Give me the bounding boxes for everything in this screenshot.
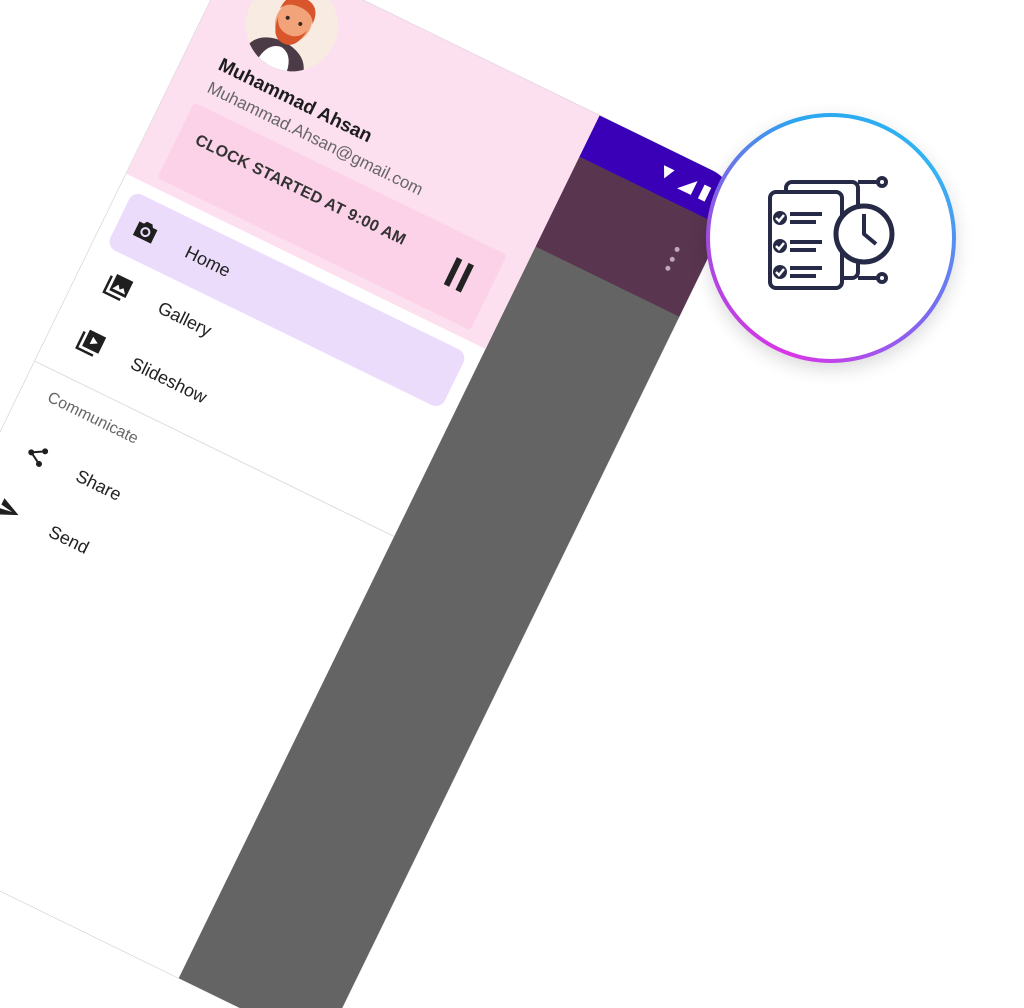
logo-inner	[710, 117, 952, 359]
slideshow-icon	[71, 323, 111, 363]
menu-item-label: Gallery	[154, 297, 215, 341]
clock-status-text: CLOCK STARTED AT 9:00 AM	[192, 131, 409, 249]
app-logo	[706, 113, 956, 363]
overflow-menu-icon[interactable]	[664, 246, 682, 272]
menu-item-label: Send	[45, 520, 93, 558]
menu-item-label: Slideshow	[127, 352, 211, 407]
checklist-clock-icon	[768, 176, 895, 290]
gallery-icon	[99, 267, 139, 307]
pause-button[interactable]	[440, 255, 477, 293]
signal-icon: ◢	[675, 170, 700, 198]
wifi-icon: ▼	[653, 158, 681, 187]
menu-item-label: Home	[182, 241, 235, 281]
camera-icon	[126, 211, 166, 251]
menu-item-label: Share	[72, 465, 125, 505]
phone-screen: ▼ ◢ ▮ Muhammad Ahsan Muhammad.Ahsan@gmai…	[0, 0, 744, 1008]
share-icon	[17, 435, 57, 475]
send-icon	[0, 491, 30, 531]
